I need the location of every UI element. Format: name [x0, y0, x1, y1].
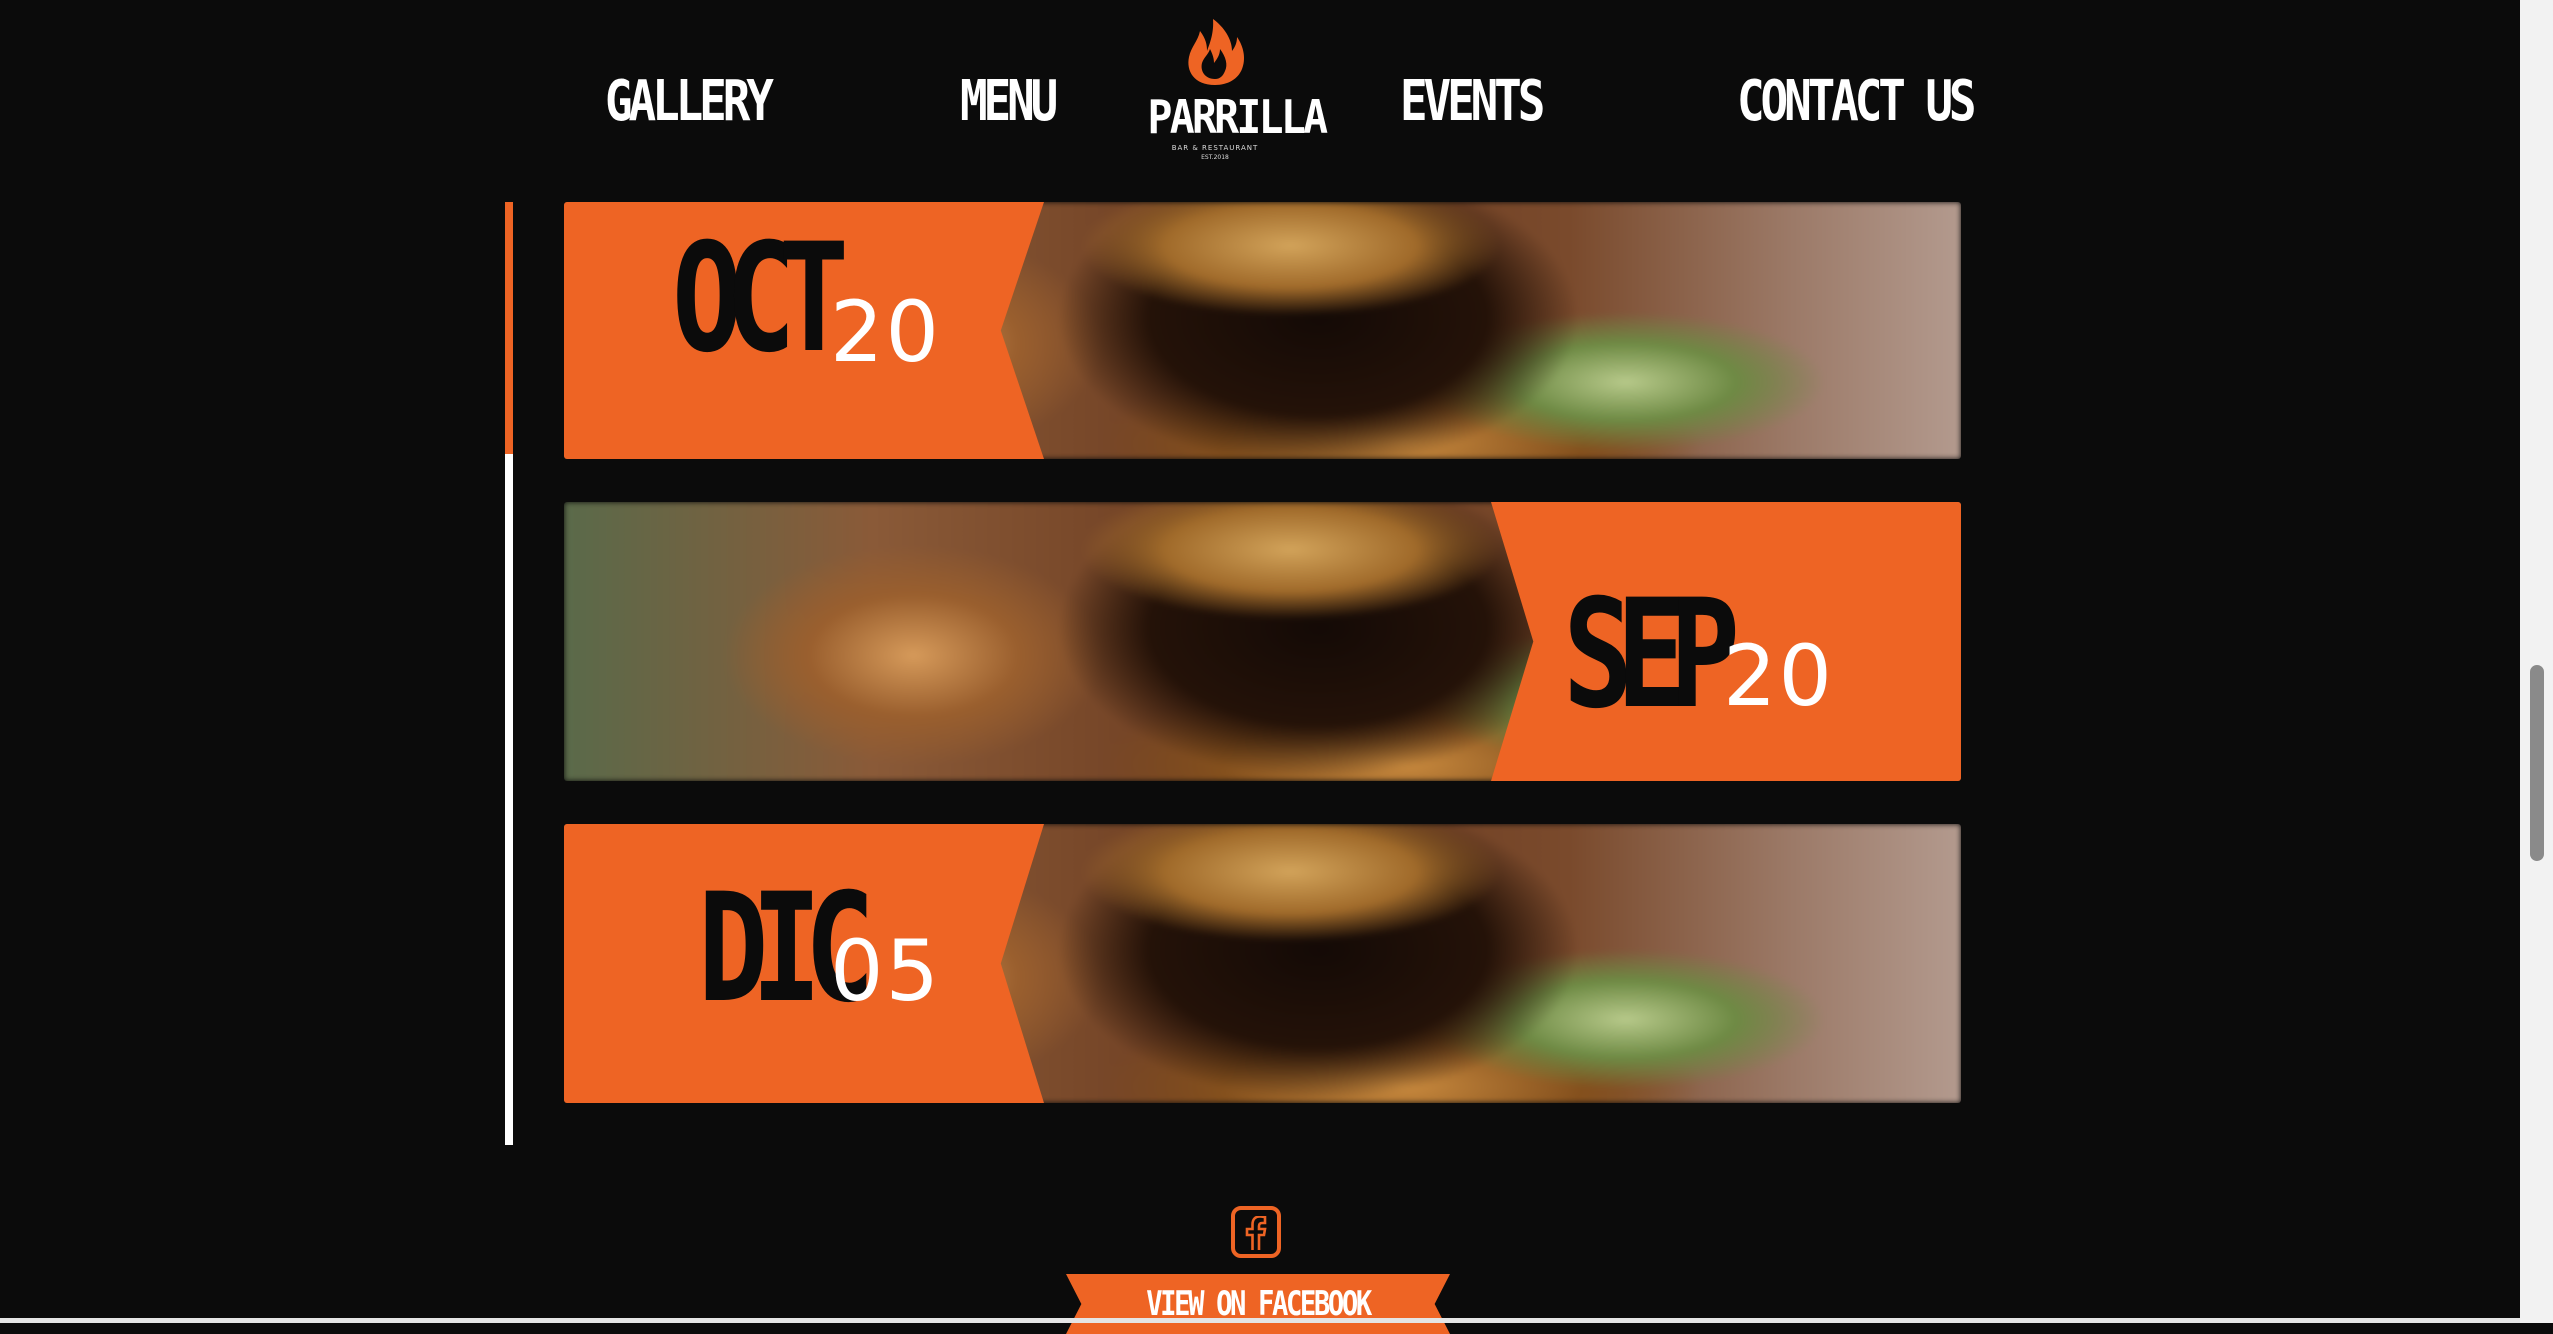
event-card[interactable]: SEP 20: [564, 502, 1961, 781]
window-bottom-edge: [0, 1318, 2520, 1323]
nav-events-link[interactable]: EVENTS: [1400, 62, 1545, 142]
event-card[interactable]: DIC 05: [564, 824, 1961, 1103]
flame-icon: [1188, 19, 1245, 85]
scrollbar-thumb[interactable]: [2530, 665, 2544, 861]
event-day: 20: [830, 283, 941, 381]
date-banner: DIC 05: [564, 824, 1044, 1103]
date-banner: SEP 20: [1491, 502, 1961, 781]
facebook-icon[interactable]: [1231, 1206, 1281, 1258]
scrollbar-track: [2520, 0, 2553, 1323]
event-month: OCT: [672, 212, 849, 386]
view-on-facebook-button[interactable]: VIEW ON FACEBOOK: [1066, 1274, 1450, 1334]
facebook-f-glyph: [1245, 1216, 1267, 1250]
nav-gallery-link[interactable]: GALLERY: [605, 62, 774, 142]
event-card[interactable]: OCT 20: [564, 202, 1961, 459]
logo-name: PARRILLA: [1147, 90, 1329, 144]
event-day: 20: [1723, 627, 1834, 725]
nav-contact-link[interactable]: CONTACT US: [1737, 62, 1977, 142]
logo-tagline: BAR & RESTAURANT: [1171, 144, 1259, 152]
logo-est: EST.2018: [1201, 154, 1229, 161]
event-month: SEP: [1563, 568, 1740, 742]
date-banner: OCT 20: [564, 202, 1044, 459]
parrilla-logo[interactable]: PARRILLA BAR & RESTAURANT EST.2018: [1140, 15, 1329, 165]
nav-menu-link[interactable]: MENU: [960, 62, 1058, 142]
event-day: 05: [830, 922, 941, 1020]
timeline-progress: [505, 202, 513, 454]
